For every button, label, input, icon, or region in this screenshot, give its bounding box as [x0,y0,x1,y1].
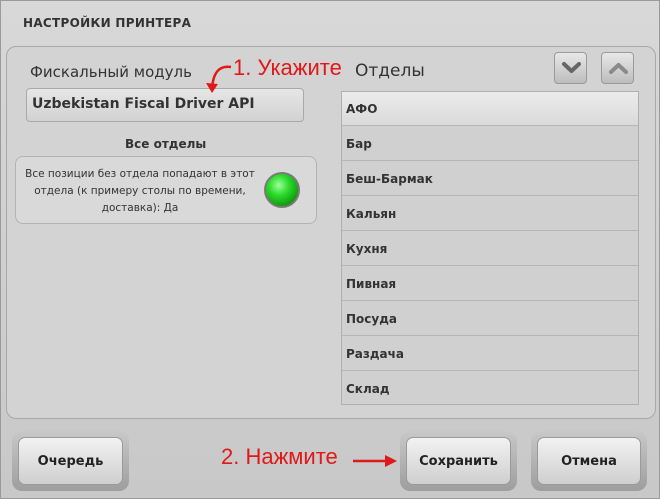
cancel-button[interactable]: Отмена [531,431,647,491]
scroll-down-button[interactable] [554,52,587,84]
dialog-title: НАСТРОЙКИ ПРИНТЕРА [23,16,192,30]
list-item[interactable]: Раздача [342,337,638,371]
scroll-up-button[interactable] [601,52,634,84]
list-item[interactable]: Кухня [342,232,638,266]
list-item[interactable]: Кальян [342,197,638,231]
list-item[interactable]: Бар [342,127,638,161]
toggle-on-indicator-icon[interactable] [264,172,300,208]
all-departments-description: Все позиции без отдела попадают в этот о… [25,168,255,214]
fiscal-module-select[interactable]: Uzbekistan Fiscal Driver API [26,88,304,122]
chevron-down-icon [562,62,581,73]
list-item[interactable]: Склад [342,372,638,404]
list-item[interactable]: Пивная [342,267,638,301]
all-departments-toggle-row[interactable]: Все позиции без отдела попадают в этот о… [15,156,317,224]
annotation-arrow-icon [206,65,232,93]
departments-label: Отделы [355,61,425,81]
all-departments-title: Все отделы [125,137,207,151]
annotation-step-2: 2. Нажмите [221,444,338,469]
save-button[interactable]: Сохранить [400,431,517,491]
list-item[interactable]: Посуда [342,302,638,336]
printer-settings-dialog: НАСТРОЙКИ ПРИНТЕРА Фискальный модуль Uzb… [0,0,660,499]
list-item[interactable]: АФО [342,92,638,126]
departments-list[interactable]: АФО Бар Беш-Бармак Кальян Кухня Пивная П… [341,91,639,405]
cancel-button-label: Отмена [537,437,641,485]
chevron-up-icon [609,63,628,74]
queue-button-label: Очередь [18,437,123,485]
annotation-arrow-right-icon [353,455,397,467]
fiscal-module-label: Фискальный модуль [30,63,192,81]
queue-button[interactable]: Очередь [12,431,129,491]
save-button-label: Сохранить [406,437,511,485]
list-item[interactable]: Беш-Бармак [342,162,638,196]
annotation-step-1: 1. Укажите [233,55,342,80]
